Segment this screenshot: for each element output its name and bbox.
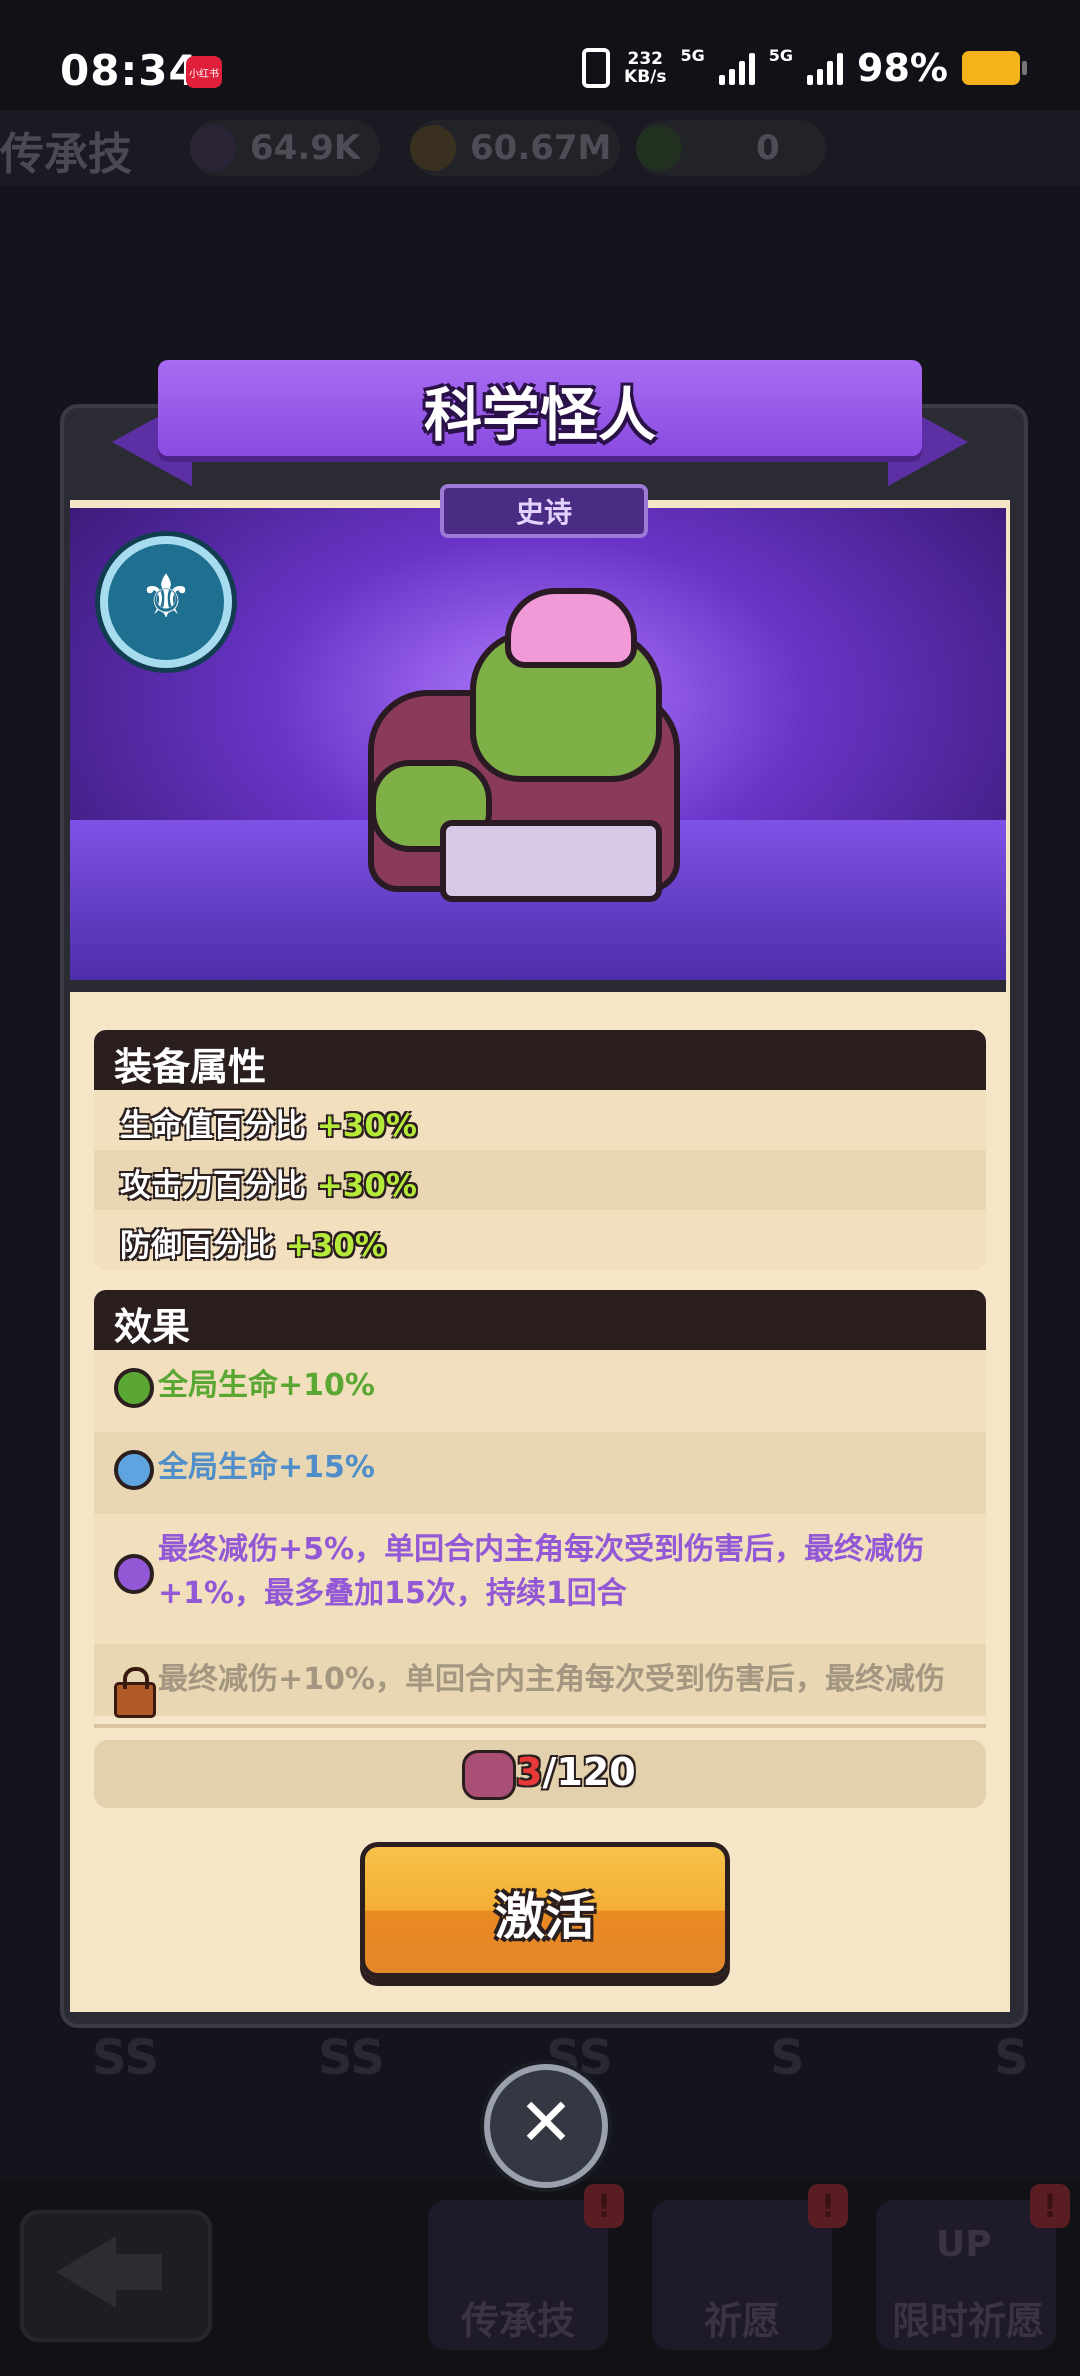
status-indicators: 232 KB/s 5G 5G 98% — [582, 46, 1027, 90]
equip-section-header: 装备属性 — [94, 1030, 986, 1090]
effect-blue-dot-icon — [114, 1450, 154, 1490]
effect-text: 全局生命+10% — [158, 1368, 375, 1403]
nav-limited-wish-label: 限时祈愿 — [891, 2299, 1044, 2343]
class-icon: ⚜ — [100, 536, 232, 668]
resource-gem-value: 64.9K — [250, 128, 361, 168]
app-notification-icon: 小红书 — [186, 56, 222, 88]
resource-gem: 64.9K — [190, 120, 380, 176]
stat-atk: 攻击力百分比 +30% — [120, 1168, 417, 1204]
stat-hp: 生命值百分比 +30% — [120, 1108, 417, 1144]
bg-tag: S — [994, 2030, 1029, 2086]
leaf-icon — [636, 125, 682, 171]
monster-brain — [505, 588, 637, 668]
resource-coin: 60.67M — [410, 120, 620, 176]
nav-legacy-label: 传承技 — [460, 2299, 575, 2343]
nav-up-label: UP — [936, 2224, 992, 2265]
bg-tag: SS — [92, 2030, 159, 2086]
coin-icon — [410, 125, 456, 171]
signal-label-1: 5G — [680, 46, 705, 65]
effect-text: 最终减伤+5%，单回合内主角每次受到伤害后，最终减伤+1%，最多叠加15次，持续… — [158, 1532, 925, 1611]
net-speed: 232 KB/s — [624, 50, 666, 86]
resource-title: 传承技 — [0, 129, 132, 180]
signal-label-2: 5G — [768, 46, 794, 65]
monster-chainsaw — [440, 820, 662, 902]
rarity-badge: 史诗 — [440, 484, 648, 538]
resource-leaf-value: 0 — [756, 128, 780, 168]
lock-icon — [114, 1667, 156, 1718]
signal-bars-icon-2 — [807, 51, 844, 85]
activate-button[interactable]: 激活 — [360, 1842, 730, 1978]
effect-text: 全局生命+15% — [158, 1450, 375, 1485]
signal-bars-icon — [718, 51, 755, 85]
net-speed-unit: KB/s — [624, 67, 667, 87]
equip-section-title: 装备属性 — [114, 1045, 267, 1089]
close-button[interactable]: ✕ — [484, 2064, 608, 2188]
back-arrow-icon — [56, 2236, 116, 2308]
resource-coin-value: 60.67M — [470, 128, 612, 168]
monster-shard-icon — [462, 1750, 516, 1800]
nav-wish-badge: ! — [808, 2184, 848, 2228]
nav-wish-label: 祈愿 — [703, 2299, 780, 2343]
resource-leaf: 0 — [636, 120, 826, 176]
effect-section-title: 效果 — [114, 1305, 191, 1349]
nav-legacy-badge: ! — [584, 2184, 624, 2228]
battery-percent: 98% — [857, 46, 948, 90]
effect-section-header: 效果 — [94, 1290, 986, 1350]
hero-panel-edge — [70, 980, 1006, 992]
gem-icon — [190, 125, 236, 171]
stat-def: 防御百分比 +30% — [120, 1228, 386, 1264]
back-arrow-stem — [112, 2254, 162, 2290]
net-speed-value: 232 — [627, 49, 664, 69]
activate-label: 激活 — [495, 1888, 595, 1946]
effect-purple-dot-icon — [114, 1554, 154, 1594]
close-icon: ✕ — [518, 2084, 574, 2161]
effect-text-locked: 最终减伤+10%，单回合内主角每次受到伤害后，最终减伤 — [158, 1662, 945, 1697]
nav-limited-wish-badge: ! — [1030, 2184, 1070, 2228]
divider — [94, 1724, 986, 1728]
vibrate-icon — [582, 48, 611, 88]
shard-count: 3/120 — [516, 1750, 636, 1794]
modal-title: 科学怪人 — [423, 381, 656, 449]
status-time: 08:34 — [60, 46, 199, 95]
bg-tag: S — [770, 2030, 805, 2086]
battery-icon — [962, 51, 1027, 85]
effect-green-dot-icon — [114, 1368, 154, 1408]
bg-tag: SS — [318, 2030, 385, 2086]
